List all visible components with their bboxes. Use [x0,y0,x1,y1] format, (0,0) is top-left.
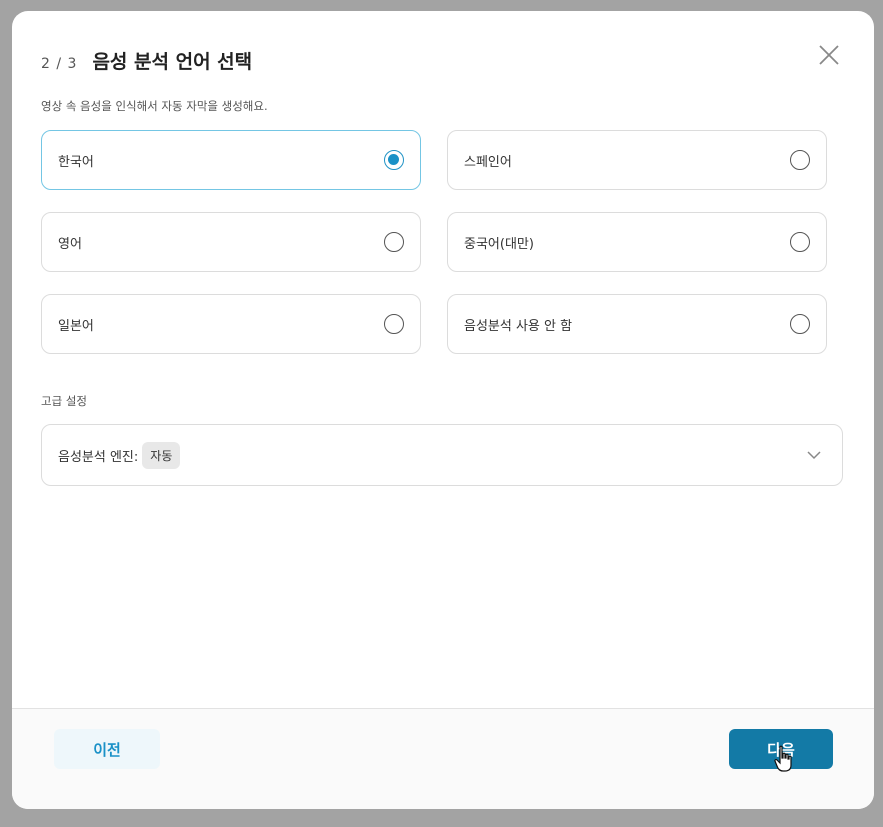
engine-value-chip: 자동 [142,441,181,469]
advanced-settings-label: 고급 설정 [41,394,87,408]
step-indicator: 2 / 3 [41,56,78,72]
option-korean[interactable]: 한국어 [41,130,421,190]
previous-button[interactable]: 이전 [54,729,160,769]
chevron-down-icon [807,451,821,460]
language-select-dialog: 2 / 3 음성 분석 언어 선택 영상 속 음성을 인식해서 자동 자막을 생… [12,11,874,809]
option-english[interactable]: 영어 [41,212,421,272]
radio-button[interactable] [384,314,404,334]
close-icon [819,45,839,65]
option-label: 일본어 [58,318,94,334]
option-chinese-taiwan[interactable]: 중국어(대만) [447,212,827,272]
option-spanish[interactable]: 스페인어 [447,130,827,190]
dialog-header: 2 / 3 음성 분석 언어 선택 [41,47,252,74]
next-button[interactable]: 다음 [729,729,833,769]
radio-button[interactable] [384,150,404,170]
option-label: 한국어 [58,154,94,170]
option-label: 음성분석 사용 안 함 [464,318,573,334]
option-label: 중국어(대만) [464,236,534,252]
close-button[interactable] [816,42,842,68]
option-japanese[interactable]: 일본어 [41,294,421,354]
dialog-description: 영상 속 음성을 인식해서 자동 자막을 생성해요. [41,99,268,113]
engine-select[interactable]: 음성분석 엔진: 자동 [41,424,843,486]
dialog-title: 음성 분석 언어 선택 [92,51,253,73]
radio-button[interactable] [790,150,810,170]
radio-button[interactable] [384,232,404,252]
option-no-analysis[interactable]: 음성분석 사용 안 함 [447,294,827,354]
engine-label: 음성분석 엔진: [58,449,139,465]
option-label: 스페인어 [464,154,512,170]
radio-button[interactable] [790,314,810,334]
radio-button[interactable] [790,232,810,252]
option-label: 영어 [58,236,82,252]
